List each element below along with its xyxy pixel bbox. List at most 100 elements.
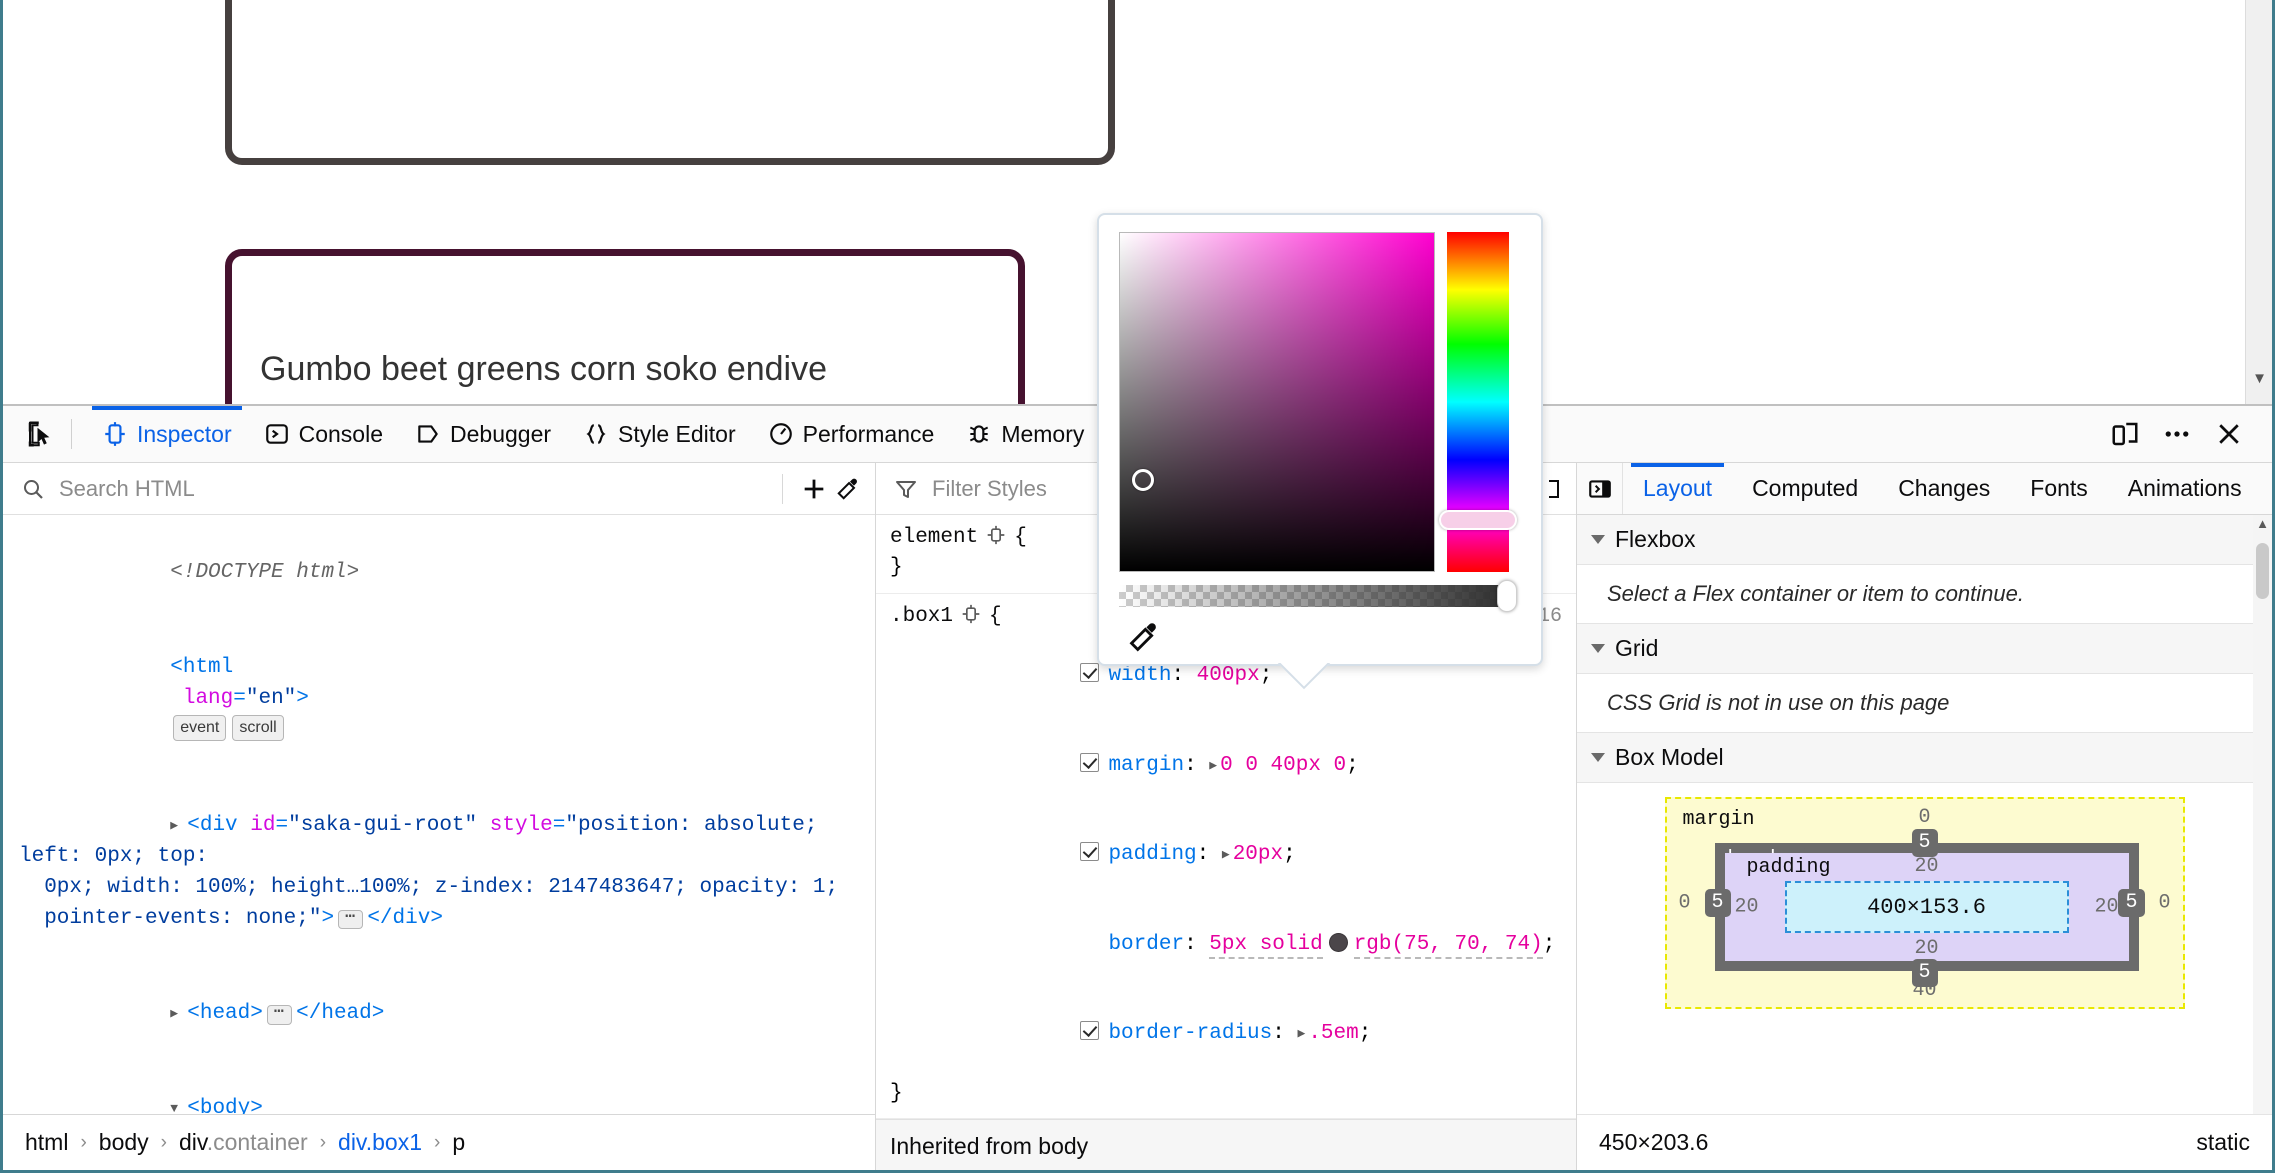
expand-shorthand-icon[interactable]: ▶	[1209, 757, 1217, 775]
box-model-border-box[interactable]: border padding 20 20 20 20 400×153.6	[1714, 843, 2139, 971]
border-bottom-value[interactable]: 5	[1911, 959, 1938, 987]
tree-node-doctype[interactable]: <!DOCTYPE html>	[3, 525, 875, 620]
tree-node-html[interactable]: <html lang="en"> event scroll	[3, 620, 875, 777]
padding-bottom-value[interactable]: 20	[1914, 937, 1938, 960]
breadcrumb-item-div-container[interactable]: div.container	[179, 1129, 308, 1156]
alpha-slider[interactable]	[1119, 585, 1509, 607]
tab-memory[interactable]: Memory	[950, 406, 1100, 462]
breadcrumb-item-body[interactable]: body	[99, 1129, 149, 1156]
color-swatch[interactable]	[1328, 932, 1348, 952]
property-value[interactable]: .5em	[1308, 1022, 1358, 1045]
property-value-part-2[interactable]: rgb(75, 70, 74)	[1353, 932, 1543, 959]
border-right-value[interactable]: 5	[2118, 889, 2145, 917]
border-top-value[interactable]: 5	[1911, 829, 1938, 857]
margin-top-value[interactable]: 0	[1918, 806, 1930, 829]
box-model-padding-box[interactable]: padding 20 20 20 20 400×153.6	[1724, 853, 2129, 961]
color-picker-panel[interactable]	[1097, 213, 1543, 666]
padding-left-value[interactable]: 20	[1735, 896, 1759, 919]
margin-left-value[interactable]: 0	[1679, 892, 1691, 915]
tab-animations[interactable]: Animations	[2108, 463, 2262, 514]
hue-slider-thumb[interactable]	[1439, 510, 1517, 530]
rule-selector[interactable]: element	[890, 523, 978, 553]
expand-twisty-icon[interactable]: ▶	[170, 816, 187, 835]
declaration-border-radius[interactable]: border-radius: ▶ .5em;	[890, 989, 1562, 1078]
sidebar-toggle-icon[interactable]	[1577, 463, 1623, 514]
section-header-flexbox[interactable]: Flexbox	[1577, 515, 2272, 565]
declaration-checkbox[interactable]	[1080, 663, 1100, 683]
markup-tree[interactable]: <!DOCTYPE html> <html lang="en"> event sc…	[3, 515, 875, 1170]
scroll-down-arrow-icon[interactable]: ▼	[2246, 371, 2272, 386]
rule-block-box1[interactable]: .box1 { 16 width: 400px; margin: ▶ 0 0 4…	[876, 594, 1576, 1120]
caret-down-icon[interactable]	[1591, 535, 1605, 544]
breadcrumb-item-html[interactable]: html	[25, 1129, 68, 1156]
alpha-slider-thumb[interactable]	[1497, 580, 1517, 612]
tree-node-saka-gui-root[interactable]: ▶ <div id="saka-gui-root" style="position…	[3, 778, 875, 966]
property-name[interactable]: border	[1108, 933, 1184, 956]
tab-layout[interactable]: Layout	[1623, 463, 1732, 514]
declaration-margin[interactable]: margin: ▶ 0 0 40px 0;	[890, 721, 1562, 810]
border-left-value[interactable]: 5	[1704, 889, 1731, 917]
declaration-padding[interactable]: padding: ▶ 20px;	[890, 810, 1562, 899]
property-value[interactable]: 20px	[1233, 843, 1283, 866]
property-value-part-1[interactable]: 5px solid	[1209, 932, 1323, 959]
expand-shorthand-icon[interactable]: ▶	[1222, 846, 1230, 864]
chevron-down-icon[interactable]	[2262, 463, 2272, 514]
badge-event[interactable]: event	[173, 715, 227, 742]
saturation-value-area[interactable]	[1119, 232, 1435, 572]
meatball-menu-icon[interactable]	[2162, 419, 2192, 449]
eyedropper-icon[interactable]	[1127, 620, 1161, 654]
breadcrumb-item-p[interactable]: p	[452, 1129, 465, 1156]
tab-style-editor[interactable]: Style Editor	[567, 406, 752, 462]
property-value[interactable]: 400px	[1197, 664, 1260, 687]
tab-changes[interactable]: Changes	[1878, 463, 2010, 514]
close-icon[interactable]	[2214, 419, 2244, 449]
declaration-checkbox[interactable]	[1080, 752, 1100, 772]
plus-icon[interactable]	[797, 472, 831, 506]
element-picker-icon[interactable]	[19, 413, 61, 455]
expand-shorthand-icon[interactable]: ▶	[1297, 1025, 1305, 1043]
padding-top-value[interactable]: 20	[1914, 855, 1938, 878]
box-model-content-box[interactable]: 400×153.6	[1784, 881, 2069, 933]
rule-highlighter-icon[interactable]	[986, 523, 1006, 553]
property-name[interactable]: border-radius	[1108, 1022, 1272, 1045]
rule-selector[interactable]: .box1	[890, 602, 953, 632]
eyedropper-icon[interactable]	[831, 472, 865, 506]
declaration-checkbox[interactable]	[1080, 842, 1100, 862]
section-header-grid[interactable]: Grid	[1577, 624, 2272, 674]
property-name[interactable]: margin	[1108, 754, 1184, 777]
box-model-margin-box[interactable]: margin 0 40 0 0 border padding 20 20	[1664, 797, 2185, 1009]
section-header-box-model[interactable]: Box Model	[1577, 733, 2272, 783]
caret-down-icon[interactable]	[1591, 644, 1605, 653]
page-vertical-scrollbar[interactable]: ▼	[2245, 0, 2272, 404]
layout-pane-scrollbar[interactable]: ▲	[2253, 515, 2272, 1170]
toggle-pseudo-class-icon[interactable]	[1540, 477, 1564, 501]
content-size-value[interactable]: 400×153.6	[1867, 895, 1986, 920]
responsive-design-mode-icon[interactable]	[2110, 419, 2140, 449]
scrollbar-thumb[interactable]	[2256, 543, 2269, 599]
property-name[interactable]: padding	[1108, 843, 1196, 866]
search-html-input[interactable]	[57, 474, 768, 503]
badge-scroll[interactable]: scroll	[232, 715, 284, 742]
rule-highlighter-icon[interactable]	[961, 602, 981, 632]
tab-inspector[interactable]: Inspector	[86, 406, 248, 462]
declaration-border[interactable]: border: 5px solid rgb(75, 70, 74);	[890, 900, 1562, 989]
color-picker-popup[interactable]	[1097, 213, 1543, 666]
expand-twisty-icon[interactable]: ▶	[170, 1004, 187, 1023]
declaration-checkbox[interactable]	[1080, 1021, 1100, 1040]
padding-right-value[interactable]: 20	[2094, 896, 2118, 919]
tab-console[interactable]: Console	[248, 406, 399, 462]
tab-fonts[interactable]: Fonts	[2010, 463, 2108, 514]
caret-down-icon[interactable]	[1591, 753, 1605, 762]
tree-node-head[interactable]: ▶ <head> ⋯ </head>	[3, 966, 875, 1061]
tab-performance[interactable]: Performance	[752, 406, 951, 462]
tab-computed[interactable]: Computed	[1732, 463, 1878, 514]
margin-right-value[interactable]: 0	[2158, 892, 2170, 915]
scroll-up-arrow-icon[interactable]: ▲	[2253, 517, 2272, 530]
saturation-cursor[interactable]	[1132, 469, 1154, 491]
property-value[interactable]: 0 0 40px 0	[1220, 754, 1346, 777]
collapsed-content-badge[interactable]: ⋯	[266, 1004, 293, 1025]
tab-debugger[interactable]: Debugger	[399, 406, 567, 462]
property-name[interactable]: width	[1108, 664, 1171, 687]
collapsed-content-badge[interactable]: ⋯	[338, 909, 364, 930]
breadcrumb-item-div-box1[interactable]: div.box1	[338, 1129, 422, 1156]
